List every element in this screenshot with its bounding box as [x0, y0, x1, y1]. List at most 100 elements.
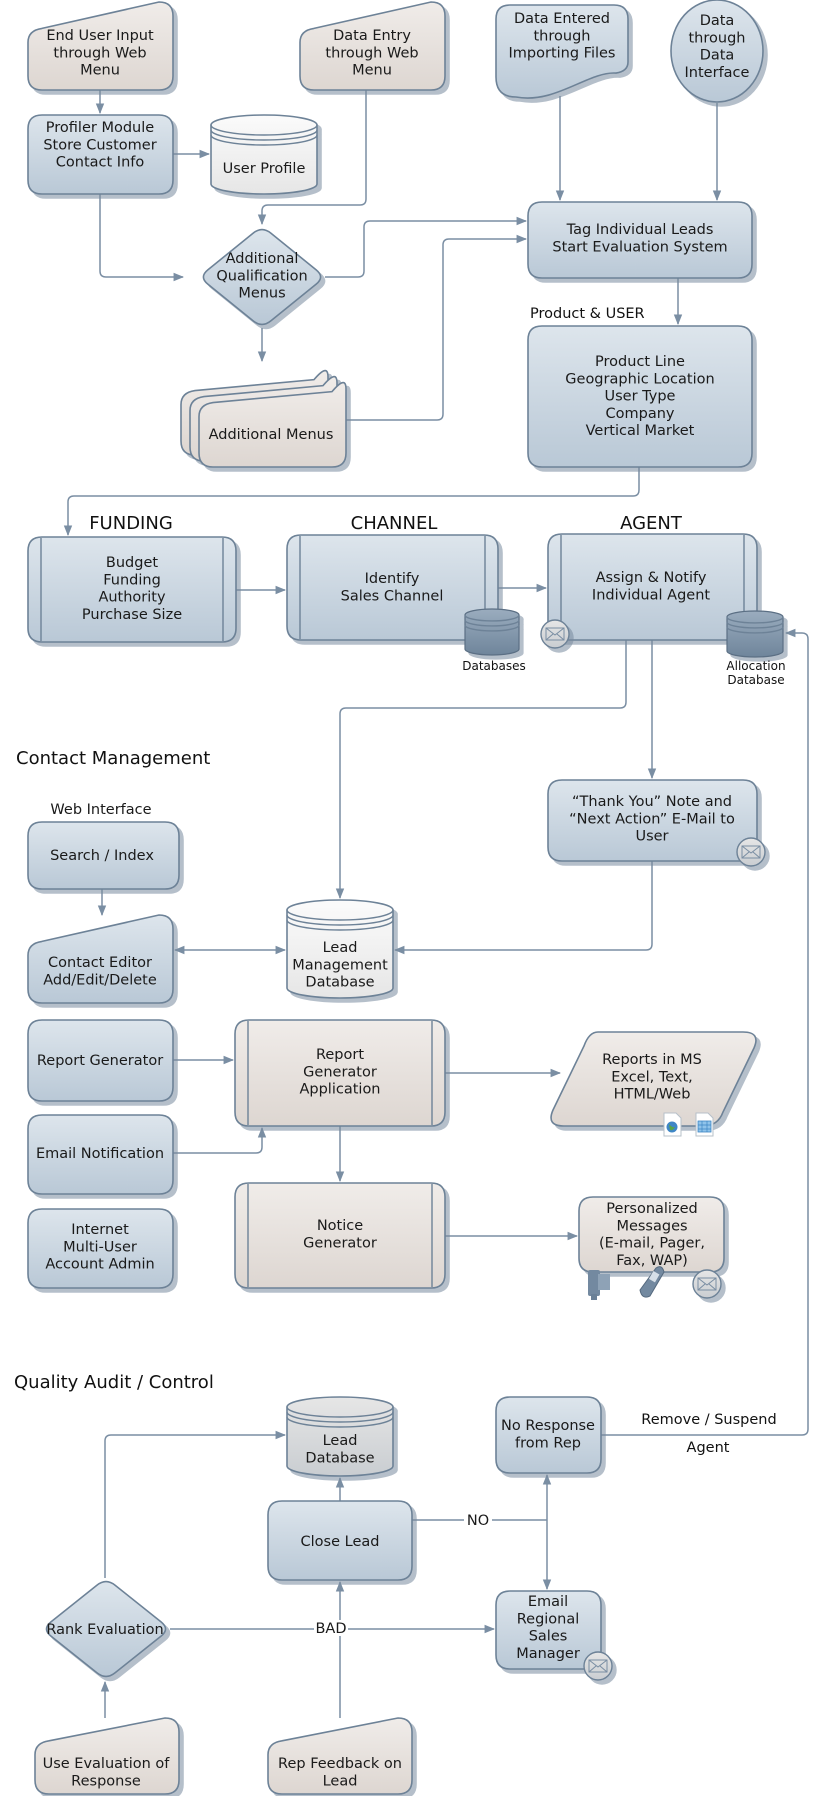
text-line: Authority	[98, 590, 166, 606]
agent-edge-label: Agent	[687, 1440, 730, 1456]
bad-edge-label: BAD	[315, 1621, 346, 1637]
text-line: Interface	[685, 65, 750, 81]
text-line: Database	[305, 1450, 374, 1466]
text-line: through	[689, 30, 746, 46]
lead-management-flowchart: End User Input through Web Menu Data Entry…	[14, 0, 809, 1795]
text-line: Notice	[317, 1218, 363, 1234]
text-line: Database	[305, 975, 374, 991]
text-line: Report	[316, 1047, 364, 1063]
text-line: Tag Individual Leads	[566, 222, 714, 238]
connector	[99, 194, 185, 282]
tag-leads-text: Tag Individual Leads Start Evaluation Sys…	[552, 222, 727, 255]
connector	[393, 861, 653, 955]
text-line: User Type	[605, 389, 676, 405]
text-line: Product Line	[595, 354, 685, 370]
text-line: Search / Index	[50, 848, 154, 864]
fax-icon	[588, 1270, 610, 1300]
text-line: HTML/Web	[614, 1087, 691, 1103]
cyl-shape	[210, 114, 318, 195]
text-line: Profiler Module	[46, 120, 154, 136]
text-line: Email Notification	[36, 1146, 164, 1162]
text-line: Store Customer	[43, 137, 156, 153]
text-line: Email	[528, 1594, 568, 1610]
text-line: Assign & Notify	[596, 570, 707, 586]
text-line: Add/Edit/Delete	[43, 972, 157, 988]
text-line: Response	[71, 1773, 141, 1789]
text-line: Excel, Text,	[611, 1069, 693, 1085]
web-document-icon	[663, 1112, 682, 1137]
user-profile-database[interactable]	[210, 114, 318, 195]
text-line: Databases	[462, 659, 526, 673]
text-line: Messages	[616, 1218, 687, 1234]
text-line: Reports in MS	[602, 1052, 702, 1068]
text-line: Lead	[323, 940, 358, 956]
text-line: Data Entered	[514, 11, 610, 27]
allocation-database-label: Allocation Database	[726, 659, 785, 687]
funding-header: FUNDING	[89, 513, 173, 534]
text-line: User	[635, 829, 668, 845]
text-line: “Thank You” Note and	[572, 794, 732, 810]
quality-audit-heading: Quality Audit / Control	[14, 1372, 214, 1393]
text-line: from Rep	[515, 1435, 581, 1451]
channel-header: CHANNEL	[351, 513, 438, 534]
remove-suspend-label: Remove / Suspend	[641, 1412, 776, 1428]
text-line: Multi-User	[63, 1239, 137, 1255]
text-line: Personalized	[606, 1201, 697, 1217]
contact-management-heading: Contact Management	[16, 748, 210, 769]
text-line: Menu	[352, 63, 392, 79]
text-line: Sales	[529, 1629, 568, 1645]
cyl-shape	[726, 610, 784, 658]
text-line: Data	[700, 48, 735, 64]
text-line: Additional	[226, 251, 299, 267]
spreadsheet-icon	[695, 1112, 714, 1137]
text-line: Company	[606, 406, 675, 422]
connector	[346, 234, 528, 421]
databases-icon	[464, 608, 520, 656]
product-user-label: Product & USER	[530, 306, 645, 322]
agent-header: AGENT	[620, 513, 683, 534]
email-icon	[692, 1269, 722, 1299]
text-line: Data Entry	[333, 28, 411, 44]
text-line: Budget	[106, 555, 158, 571]
email-icon	[540, 619, 570, 649]
text-line: Fax, WAP)	[616, 1253, 688, 1269]
text-line: Account Admin	[45, 1257, 154, 1273]
no-edge-label: NO	[467, 1513, 489, 1529]
connector	[325, 216, 528, 278]
text-line: Menus	[238, 286, 285, 302]
text-line: Start Evaluation System	[552, 239, 727, 255]
text-line: Lead	[323, 1433, 358, 1449]
text-line: Management	[292, 957, 388, 973]
text-line: Use Evaluation of	[43, 1756, 171, 1772]
agent-text: Assign & Notify Individual Agent	[592, 570, 710, 603]
text-line: Geographic Location	[565, 371, 714, 387]
text-line: Regional	[517, 1611, 580, 1627]
text-line: Contact Info	[56, 155, 145, 171]
text-line: Rep Feedback on	[278, 1756, 402, 1772]
text-line: Vertical Market	[586, 423, 695, 439]
text-line: User Profile	[223, 161, 306, 177]
text-line: “Next Action” E-Mail to	[569, 811, 735, 827]
text-line: Generator	[303, 1064, 377, 1080]
cyl-shape	[464, 608, 520, 656]
text-line: through	[534, 28, 591, 44]
text-line: Close Lead	[301, 1534, 380, 1550]
web-interface-label: Web Interface	[50, 802, 151, 818]
additional-menus-text: Additional Menus	[209, 427, 334, 443]
text-line: Additional Menus	[209, 427, 334, 443]
databases-label: Databases	[462, 659, 526, 673]
text-line: (E-mail, Pager,	[599, 1236, 705, 1252]
text-line: Manager	[516, 1646, 580, 1662]
close-lead-text: Close Lead	[301, 1534, 380, 1550]
text-line: Menu	[80, 63, 120, 79]
text-line: Contact Editor	[48, 955, 152, 971]
email-icon	[736, 837, 766, 867]
text-line: No Response	[501, 1418, 595, 1434]
user-profile-text: User Profile	[223, 161, 306, 177]
text-line: Individual Agent	[592, 587, 710, 603]
text-line: Importing Files	[509, 46, 616, 62]
text-line: Data	[700, 13, 735, 29]
additional-menus-stack[interactable]	[180, 369, 347, 468]
contact-editor-text: Contact Editor Add/Edit/Delete	[43, 955, 157, 988]
reports-ms-text: Reports in MS Excel, Text, HTML/Web	[602, 1052, 702, 1103]
